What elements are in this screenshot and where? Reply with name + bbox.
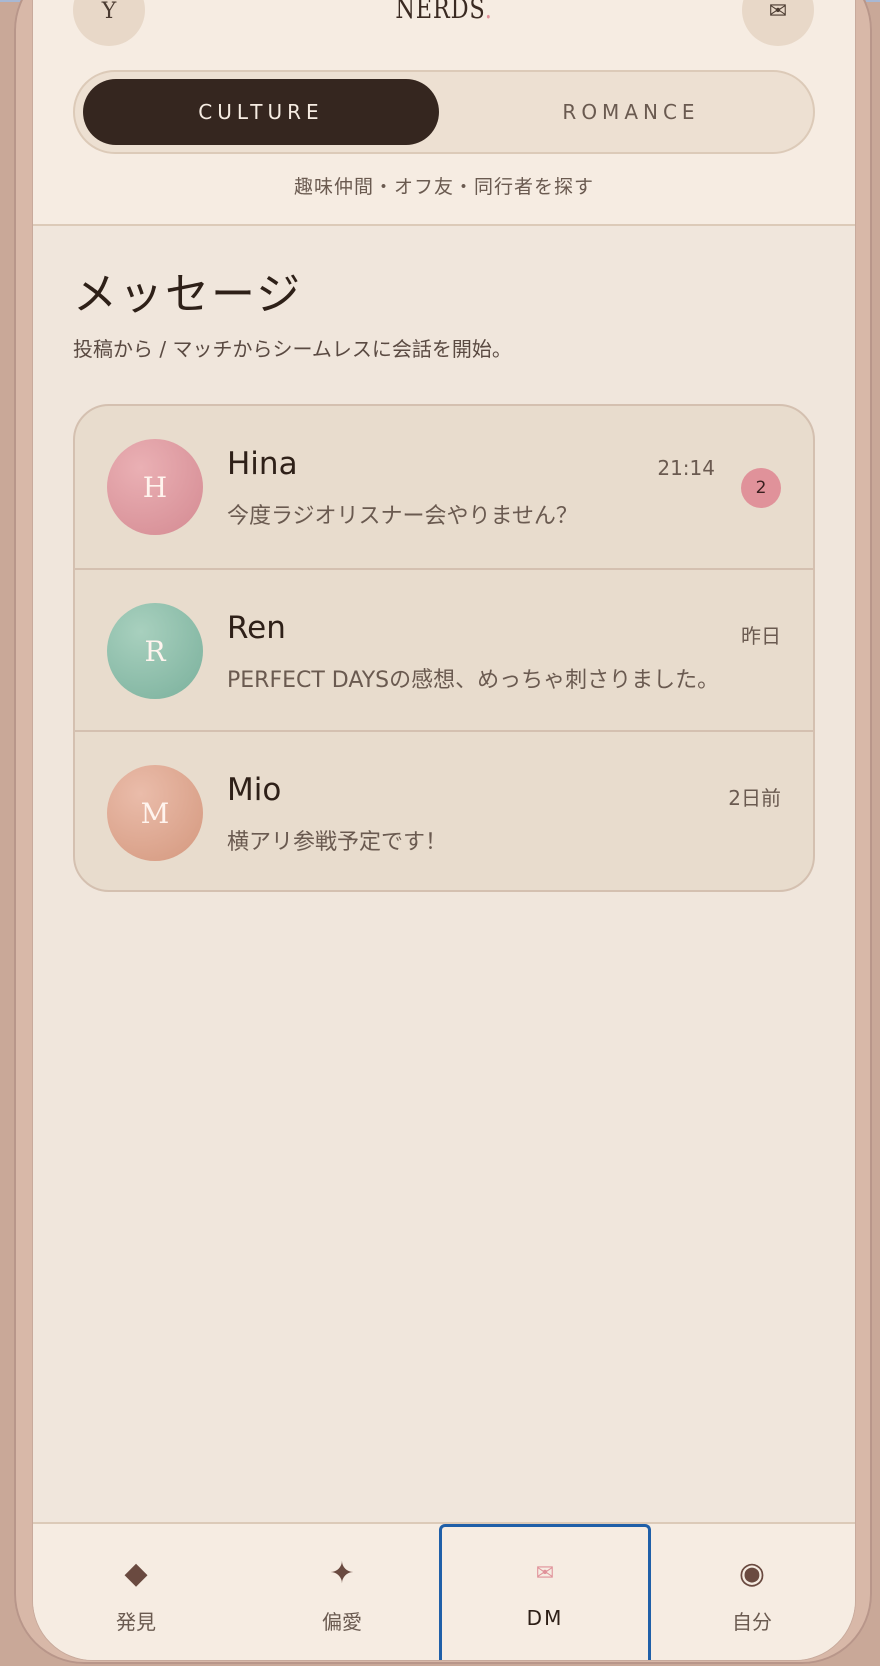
page-subtitle: 投稿から / マッチからシームレスに会話を開始。 [73,337,512,361]
mail-icon: ✉ [768,0,788,24]
mail-button[interactable]: ✉ [742,0,814,46]
conversation-row-hina[interactable]: H Hina 21:14 今度ラジオリスナー会やりません？ 2 [75,406,813,568]
logo-dot: . [484,0,493,25]
avatar-initial: M [140,796,170,830]
conversation-name: Mio [227,772,282,808]
bottom-nav: ◆ 発見 ✦ 偏愛 ✉ DM ◉ 自分 [33,1522,855,1660]
conversation-preview: 今度ラジオリスナー会やりません？ [227,504,578,529]
logo-text: NERDS [395,0,485,25]
conversation-name: Ren [227,610,286,646]
nav-dm[interactable]: ✉ DM [439,1524,651,1660]
unread-badge: 2 [741,468,781,508]
conversation-list: H Hina 21:14 今度ラジオリスナー会やりません？ 2 R Ren 昨日… [73,404,815,892]
conversation-name: Hina [227,446,298,482]
avatar-initial: H [142,470,168,504]
nav-me[interactable]: ◉ 自分 [649,1524,855,1660]
conversation-row-mio[interactable]: M Mio 2日前 横アリ参戦予定です！ [75,730,813,890]
nav-discover[interactable]: ◆ 発見 [33,1524,239,1660]
app-logo: NERDS. [115,0,773,25]
avatar: H [107,439,203,535]
mode-tagline: 趣味仲間・オフ友・同行者を探す [293,176,594,198]
nav-label: 自分 [732,1610,772,1634]
conversation-time: 21:14 [657,456,715,480]
mode-romance-label: ROMANCE [562,100,700,124]
nav-label: DM [526,1606,564,1630]
mode-culture-button[interactable]: CULTURE [83,79,439,145]
nav-label: 発見 [116,1610,156,1634]
nav-favorites[interactable]: ✦ 偏愛 [239,1524,445,1660]
avatar: R [107,603,203,699]
app-header: Y NERDS. ✉ CULTURE ROMANCE 趣味仲間・オフ友・同行者を… [33,0,855,226]
mode-romance-button[interactable]: ROMANCE [453,79,809,145]
conversation-preview: PERFECT DAYSの感想、めっちゃ刺さりました。 [227,668,720,693]
app-screen: Y NERDS. ✉ CULTURE ROMANCE 趣味仲間・オフ友・同行者を… [33,0,855,1660]
page-title: メッセージ [73,269,303,320]
sparkle-icon: ✦ [329,1556,355,1591]
mode-culture-label: CULTURE [198,100,324,124]
conversation-time: 2日前 [728,786,781,810]
mail-icon: ✉ [535,1561,555,1586]
mode-toggle: CULTURE ROMANCE [73,70,815,154]
nav-label: 偏愛 [322,1610,362,1634]
diamond-icon: ◆ [124,1556,148,1591]
conversation-time: 昨日 [741,624,781,648]
profile-initial: Y [101,0,117,24]
profile-icon: ◉ [738,1556,766,1591]
avatar: M [107,765,203,861]
conversation-row-ren[interactable]: R Ren 昨日 PERFECT DAYSの感想、めっちゃ刺さりました。 [75,568,813,730]
conversation-preview: 横アリ参戦予定です！ [227,830,448,855]
avatar-initial: R [144,634,166,668]
